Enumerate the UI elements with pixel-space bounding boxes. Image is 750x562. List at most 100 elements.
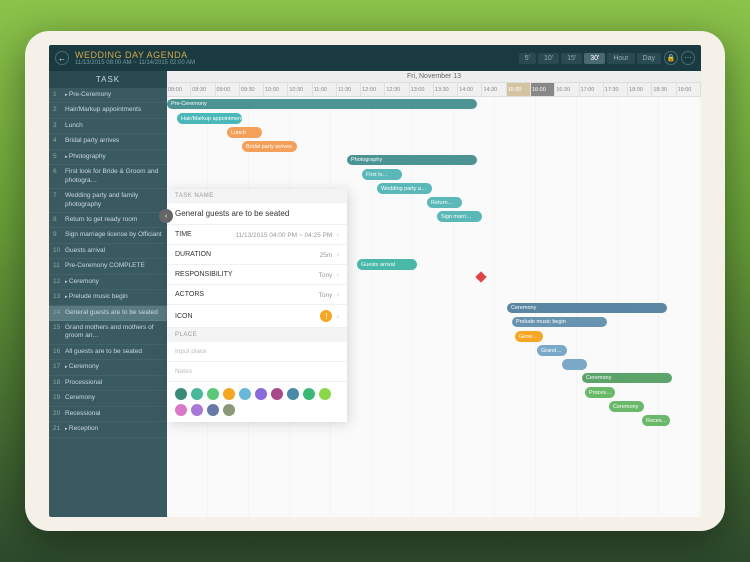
task-row[interactable]: 9Sign marriage license by Officiant [49,228,167,243]
task-row[interactable]: 7Wedding party and family photography [49,189,167,213]
gantt-bar[interactable]: Photography [347,155,477,165]
gantt-bar[interactable]: Lunch [227,127,262,138]
time-cell: 08:30 [191,83,215,96]
gantt-bar[interactable]: Sign marri… [437,211,482,222]
color-swatch[interactable] [191,388,203,400]
gantt-bar[interactable]: Pre-Ceremony [167,99,477,109]
gantt-bar[interactable]: Ceremony [609,401,644,412]
gantt-bar[interactable]: Gene… [515,331,543,342]
page-subtitle: 11/13/2015 08:00 AM ~ 11/14/2015 02:00 A… [75,60,519,66]
gantt-bar[interactable]: Bridal party arrives [242,141,297,152]
zoom-30'[interactable]: 30' [584,53,605,64]
task-row[interactable]: 13Prelude music begin [49,290,167,305]
zoom-15'[interactable]: 15' [561,53,582,64]
zoom-controls: 5'10'15'30'HourDay [519,53,661,64]
sidebar-header: TASK [49,71,167,88]
gantt-bar[interactable]: Return… [427,197,462,208]
task-row[interactable]: 18Processional [49,376,167,391]
gantt-bar[interactable]: Hair/Markup appointments [177,113,242,124]
detail-row-responsibility[interactable]: RESPONSIBILITYTony› [167,265,347,285]
color-swatch[interactable] [223,388,235,400]
time-cell: 15:00 [507,83,531,96]
task-row[interactable]: 19Ceremony [49,391,167,406]
time-cell: 18:30 [652,83,676,96]
task-detail-panel: TASK NAME General guests are to be seate… [167,189,347,422]
gantt-bar[interactable]: Guests arrival [357,259,417,270]
zoom-Day[interactable]: Day [637,53,661,64]
color-swatch[interactable] [319,388,331,400]
time-cell: 09:00 [216,83,240,96]
color-swatch[interactable] [175,388,187,400]
place-input[interactable]: Input place [167,342,347,361]
time-cell: 14:30 [482,83,506,96]
task-row[interactable]: 4Bridal party arrives [49,134,167,149]
task-row[interactable]: 1Pre-Ceremony [49,88,167,103]
color-swatch[interactable] [207,388,219,400]
color-swatch[interactable] [271,388,283,400]
color-swatch[interactable] [303,388,315,400]
detail-title[interactable]: General guests are to be seated [167,203,347,225]
detail-row-actors[interactable]: ACTORSTony› [167,285,347,305]
time-cell: 09:30 [240,83,264,96]
color-swatch[interactable] [223,404,235,416]
gantt-bar[interactable]: Prelude music begin [512,317,607,327]
time-cell: 13:00 [410,83,434,96]
task-row[interactable]: 21Reception [49,422,167,437]
time-cell: 12:00 [361,83,385,96]
detail-row-time[interactable]: TIME11/13/2015 04:00 PM ~ 04:25 PM› [167,225,347,245]
time-cell: 17:00 [580,83,604,96]
time-cell: 14:00 [458,83,482,96]
time-cell: 13:30 [434,83,458,96]
lock-button[interactable]: 🔒 [664,51,678,65]
time-cell: 19:00 [677,83,701,96]
more-button[interactable]: ⋯ [681,51,695,65]
time-cell: 11:30 [337,83,361,96]
time-cell: 10:30 [288,83,312,96]
gantt-bar[interactable]: Grand… [537,345,567,356]
gantt-bar[interactable] [562,359,587,370]
task-row[interactable]: 5Photography [49,150,167,165]
gantt-bar[interactable]: Ceremony [582,373,672,383]
color-swatch[interactable] [207,404,219,416]
gantt-area[interactable]: Fri, November 13 08:0008:3009:0009:3010:… [167,71,701,517]
time-cell: 17:30 [604,83,628,96]
task-row[interactable]: 2Hair/Markup appointments [49,103,167,118]
color-swatch[interactable] [191,404,203,416]
page-title: WEDDING DAY AGENDA [75,50,519,60]
task-list[interactable]: 1Pre-Ceremony2Hair/Markup appointments3L… [49,88,167,517]
task-row[interactable]: 17Ceremony [49,360,167,375]
collapse-handle[interactable]: ‹ [159,209,173,223]
task-row[interactable]: 6First look for Bride & Groom and photog… [49,165,167,189]
task-row[interactable]: 8Return to get ready room [49,213,167,228]
zoom-5'[interactable]: 5' [519,53,536,64]
task-row[interactable]: 20Recessional [49,407,167,422]
color-picker[interactable] [167,381,347,422]
detail-row-icon[interactable]: ICON!› [167,305,347,328]
task-row[interactable]: 10Guests arrival [49,244,167,259]
task-row[interactable]: 12Ceremony [49,275,167,290]
task-row[interactable]: 11Pre-Ceremony COMPLETE [49,259,167,274]
task-row[interactable]: 15Grand mothers and mothers of groom an… [49,321,167,345]
color-swatch[interactable] [239,388,251,400]
gantt-bar[interactable]: Proces… [585,387,615,398]
task-row[interactable]: 14General guests are to be seated [49,306,167,321]
back-button[interactable]: ← [55,51,69,65]
gantt-bar[interactable]: Ceremony [507,303,667,313]
zoom-10'[interactable]: 10' [538,53,559,64]
color-swatch[interactable] [255,388,267,400]
time-cell: 10:00 [264,83,288,96]
gantt-bar[interactable]: Wedding party a… [377,183,432,194]
zoom-Hour[interactable]: Hour [607,53,634,64]
task-row[interactable]: 3Lunch [49,119,167,134]
notes-input[interactable]: Notes [167,361,347,381]
milestone-diamond[interactable] [475,271,486,282]
gantt-bar[interactable]: Reces… [642,415,670,426]
gantt-bar[interactable]: First lo… [362,169,402,180]
color-swatch[interactable] [287,388,299,400]
detail-row-duration[interactable]: DURATION25m› [167,245,347,265]
warning-icon: ! [320,310,332,322]
detail-header: TASK NAME [167,189,347,203]
time-ruler: 08:0008:3009:0009:3010:0010:3011:0011:30… [167,83,701,97]
task-row[interactable]: 16All guests are to be seated [49,345,167,360]
color-swatch[interactable] [175,404,187,416]
